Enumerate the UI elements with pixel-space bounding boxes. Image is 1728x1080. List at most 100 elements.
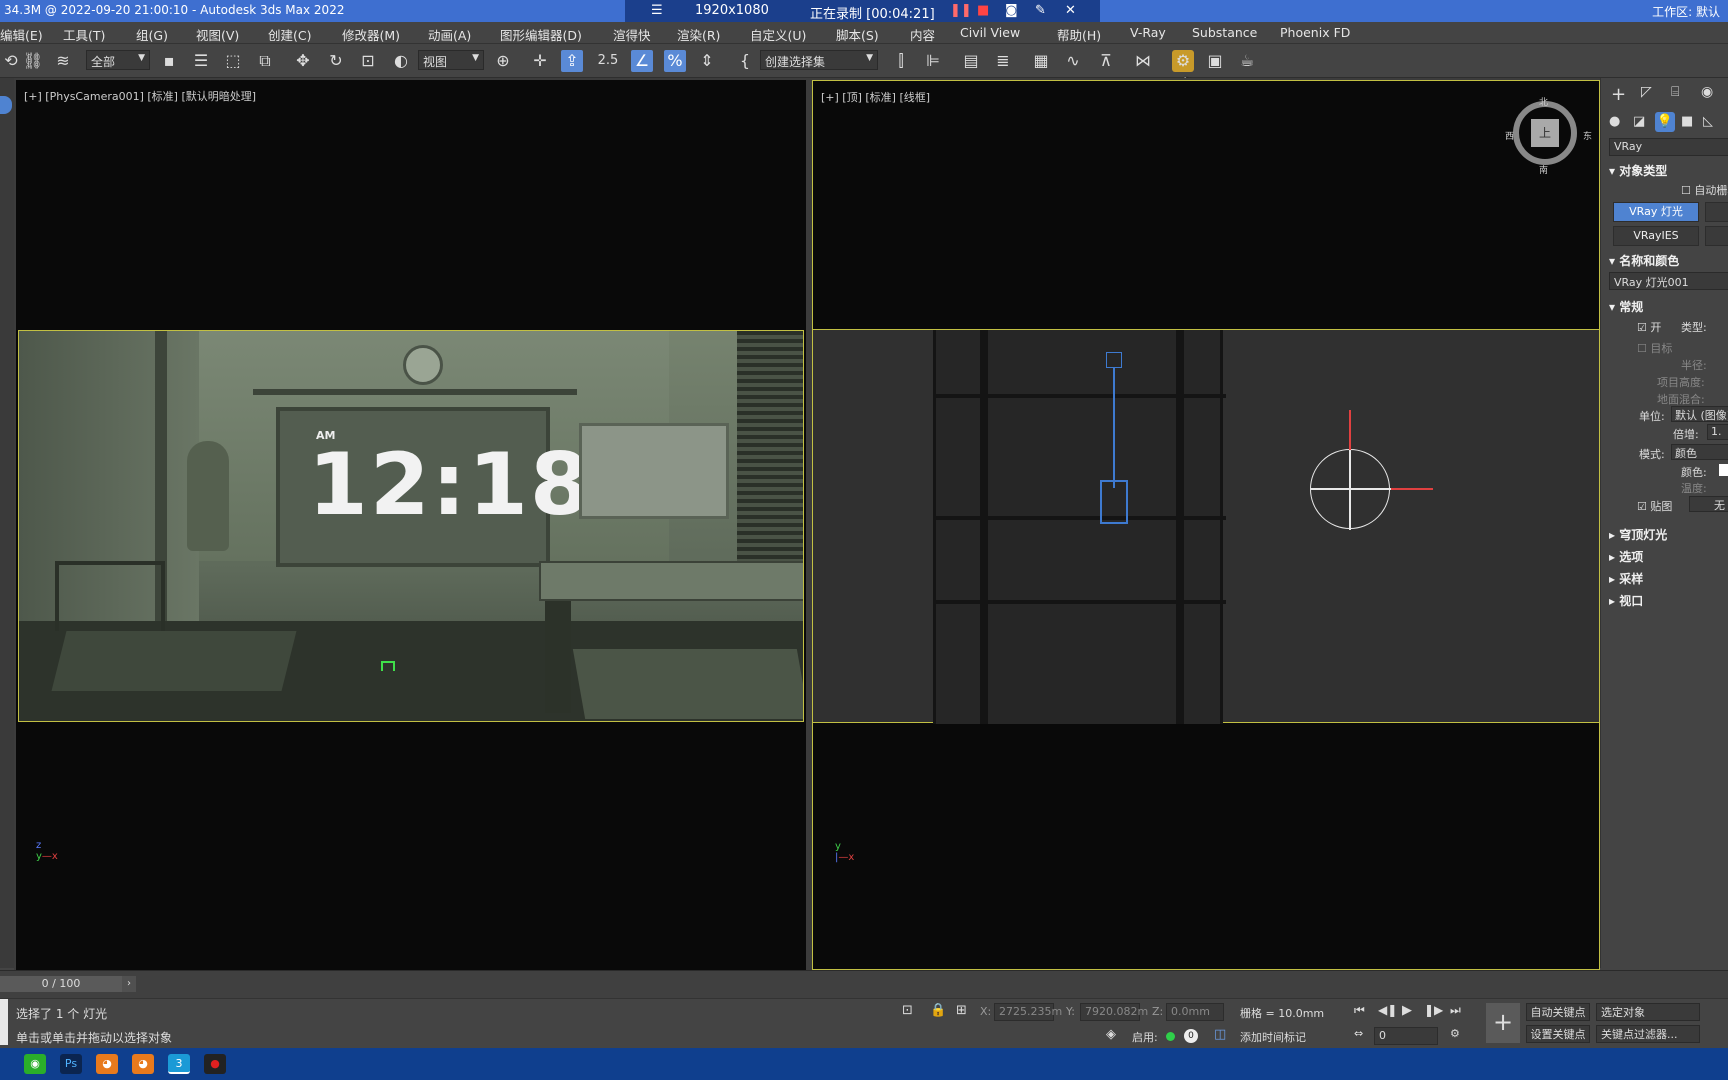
placement-icon[interactable]: ◐ [390, 50, 412, 72]
current-frame-field[interactable]: 0 [1374, 1027, 1438, 1045]
hierarchy-tab-icon[interactable]: ⌸ [1671, 84, 1679, 100]
scene-explorer-icon[interactable]: ▤ [960, 50, 982, 72]
menu-icon[interactable]: ☰ [651, 3, 663, 18]
menu-create[interactable]: 创建(C) [268, 25, 311, 44]
window-crossing-icon[interactable]: ⧉ [254, 50, 276, 72]
time-slider[interactable]: 0 / 100 › [0, 970, 1728, 998]
time-config-icon[interactable]: ⚙ [1450, 1027, 1460, 1040]
y-coordinate-field[interactable]: 7920.082m [1080, 1003, 1148, 1021]
vray-ambient-button[interactable] [1705, 226, 1728, 246]
menu-group[interactable]: 组(G) [136, 25, 168, 44]
object-type-header[interactable]: ▾ 对象类型 [1609, 162, 1667, 179]
bind-spacewarp-icon[interactable]: ≋ [52, 50, 74, 72]
light-target-marker[interactable] [381, 661, 395, 671]
selection-filter-dropdown[interactable]: 全部 ▼ [86, 50, 150, 70]
edit-named-selection-icon[interactable]: { [734, 50, 756, 72]
lock-selection-icon[interactable]: 🔒 [930, 1003, 946, 1018]
percent-snap-icon[interactable]: % [664, 50, 686, 72]
mode-dropdown[interactable]: 颜色 [1671, 444, 1728, 460]
viewport-layout-tab[interactable] [0, 96, 12, 114]
menu-customize[interactable]: 自定义(U) [750, 25, 806, 44]
reference-coord-dropdown[interactable]: 视图 ▼ [418, 50, 484, 70]
frame-indicator[interactable]: 0 / 100 [0, 976, 122, 992]
prev-frame-icon[interactable]: ◀❚ [1378, 1003, 1397, 1017]
viewport-top-label[interactable]: [+] [顶] [标准] [线框] [821, 89, 930, 105]
menu-edit[interactable]: 编辑(E) [0, 25, 43, 44]
keyboard-shortcut-override-icon[interactable]: ⇪ [561, 50, 583, 72]
menu-modifiers[interactable]: 修改器(M) [342, 25, 400, 44]
menu-civil-view[interactable]: Civil View [960, 25, 1020, 40]
close-icon[interactable]: ✕ [1065, 3, 1076, 18]
light-category-dropdown[interactable]: VRay [1609, 138, 1728, 156]
rendered-frame-window-icon[interactable]: ▣ [1204, 50, 1226, 72]
move-icon[interactable]: ✥ [292, 50, 314, 72]
link-icon[interactable]: ⟲ [0, 50, 22, 72]
autogrid-checkbox[interactable]: ☐ 自动栅格 [1681, 182, 1728, 198]
set-key-button[interactable]: 设置关键点 [1526, 1025, 1590, 1043]
menu-help[interactable]: 帮助(H) [1057, 25, 1101, 44]
goto-start-icon[interactable]: ⏮ [1354, 1003, 1365, 1018]
object-name-input[interactable]: VRay 灯光001 [1609, 272, 1728, 290]
stop-icon[interactable]: ■ [977, 3, 989, 18]
cameras-icon[interactable]: ■ [1681, 114, 1693, 129]
modify-tab-icon[interactable]: ◸ [1641, 84, 1652, 100]
name-color-header[interactable]: ▾ 名称和颜色 [1609, 252, 1679, 269]
viewcube-top-face[interactable]: 上 [1531, 119, 1559, 147]
next-frame-icon[interactable]: › [122, 976, 136, 992]
render-production-icon[interactable]: ☕ [1236, 50, 1258, 72]
maxscript-listener[interactable] [0, 999, 8, 1045]
texture-button[interactable]: 无 [1689, 496, 1728, 512]
rollout-sampling[interactable]: ▸ 采样 [1609, 570, 1643, 587]
blender-second-icon[interactable]: ◕ [132, 1054, 154, 1074]
absolute-mode-icon[interactable]: ⊞ [956, 1003, 967, 1018]
pause-icon[interactable]: ❚❚ [950, 3, 972, 18]
isolate-selection-icon[interactable]: ⊡ [902, 1003, 913, 1018]
wechat-icon[interactable]: ◉ [24, 1054, 46, 1074]
viewport-top[interactable]: [+] [顶] [标准] [线框] 上 北 南 西 东 y |—x [812, 80, 1600, 970]
material-editor-icon[interactable]: ⋈ [1132, 50, 1154, 72]
light-icon-top[interactable] [1106, 352, 1122, 368]
set-key-big-icon[interactable]: + [1486, 1003, 1520, 1043]
menu-vray[interactable]: V-Ray [1130, 25, 1166, 40]
vray-ies-button[interactable]: VRayIES [1613, 226, 1699, 246]
named-selection-dropdown[interactable]: 创建选择集 ▼ [760, 50, 878, 70]
viewcube-ring[interactable]: 上 [1513, 101, 1577, 165]
texture-checkbox[interactable]: ☑ 贴图 [1637, 498, 1672, 514]
rotate-icon[interactable]: ↻ [325, 50, 347, 72]
curve-editor-icon[interactable]: ∿ [1062, 50, 1084, 72]
key-filters-button[interactable]: 关键点过滤器... [1596, 1025, 1700, 1043]
menu-tools[interactable]: 工具(T) [63, 25, 105, 44]
select-manipulate-icon[interactable]: ✛ [529, 50, 551, 72]
menu-phoenix[interactable]: Phoenix FD [1280, 25, 1350, 40]
layer-explorer-icon[interactable]: ≣ [992, 50, 1014, 72]
motion-tab-icon[interactable]: ◉ [1701, 84, 1713, 100]
play-icon[interactable]: ▶ [1402, 1003, 1412, 1018]
viewport-camera-label[interactable]: [+] [PhysCamera001] [标准] [默认明暗处理] [24, 88, 256, 104]
snap-toggle-icon[interactable]: 2.5 [597, 50, 619, 72]
schematic-view-icon[interactable]: ⊼ [1095, 50, 1117, 72]
align-icon[interactable]: ⊫ [922, 50, 944, 72]
menu-render-fast[interactable]: 渲得快 [613, 25, 651, 44]
3dsmax-icon[interactable]: 3 [168, 1054, 190, 1074]
rollout-options[interactable]: ▸ 选项 [1609, 548, 1643, 565]
menu-content[interactable]: 内容 [910, 25, 935, 44]
vray-light-button[interactable]: VRay 灯光 [1613, 202, 1699, 222]
auto-key-button[interactable]: 自动关键点 [1526, 1003, 1590, 1021]
spinner-snap-icon[interactable]: ⇕ [696, 50, 718, 72]
camera-icon[interactable]: ◙ [1005, 3, 1018, 18]
unlink-icon[interactable]: ⛓ [22, 50, 44, 72]
mirror-icon[interactable]: ⫿ [890, 50, 912, 72]
multiplier-input[interactable]: 1. [1707, 424, 1728, 440]
add-time-tag[interactable]: 添加时间标记 [1240, 1029, 1306, 1045]
vray-sun-button[interactable] [1705, 202, 1728, 222]
helpers-icon[interactable]: ◺ [1703, 114, 1713, 129]
rollout-viewport[interactable]: ▸ 视口 [1609, 592, 1643, 609]
create-tab-icon[interactable]: + [1611, 84, 1626, 105]
general-header[interactable]: ▾ 常规 [1609, 298, 1643, 315]
render-setup-icon[interactable]: ⚙ [1172, 50, 1194, 72]
targeted-checkbox[interactable]: ☐ 目标 [1637, 340, 1672, 356]
on-checkbox[interactable]: ☑ 开 [1637, 319, 1661, 335]
pen-icon[interactable]: ✎ [1035, 3, 1046, 18]
key-mode-icon[interactable]: ⇔ [1354, 1027, 1363, 1040]
menu-scripting[interactable]: 脚本(S) [836, 25, 879, 44]
